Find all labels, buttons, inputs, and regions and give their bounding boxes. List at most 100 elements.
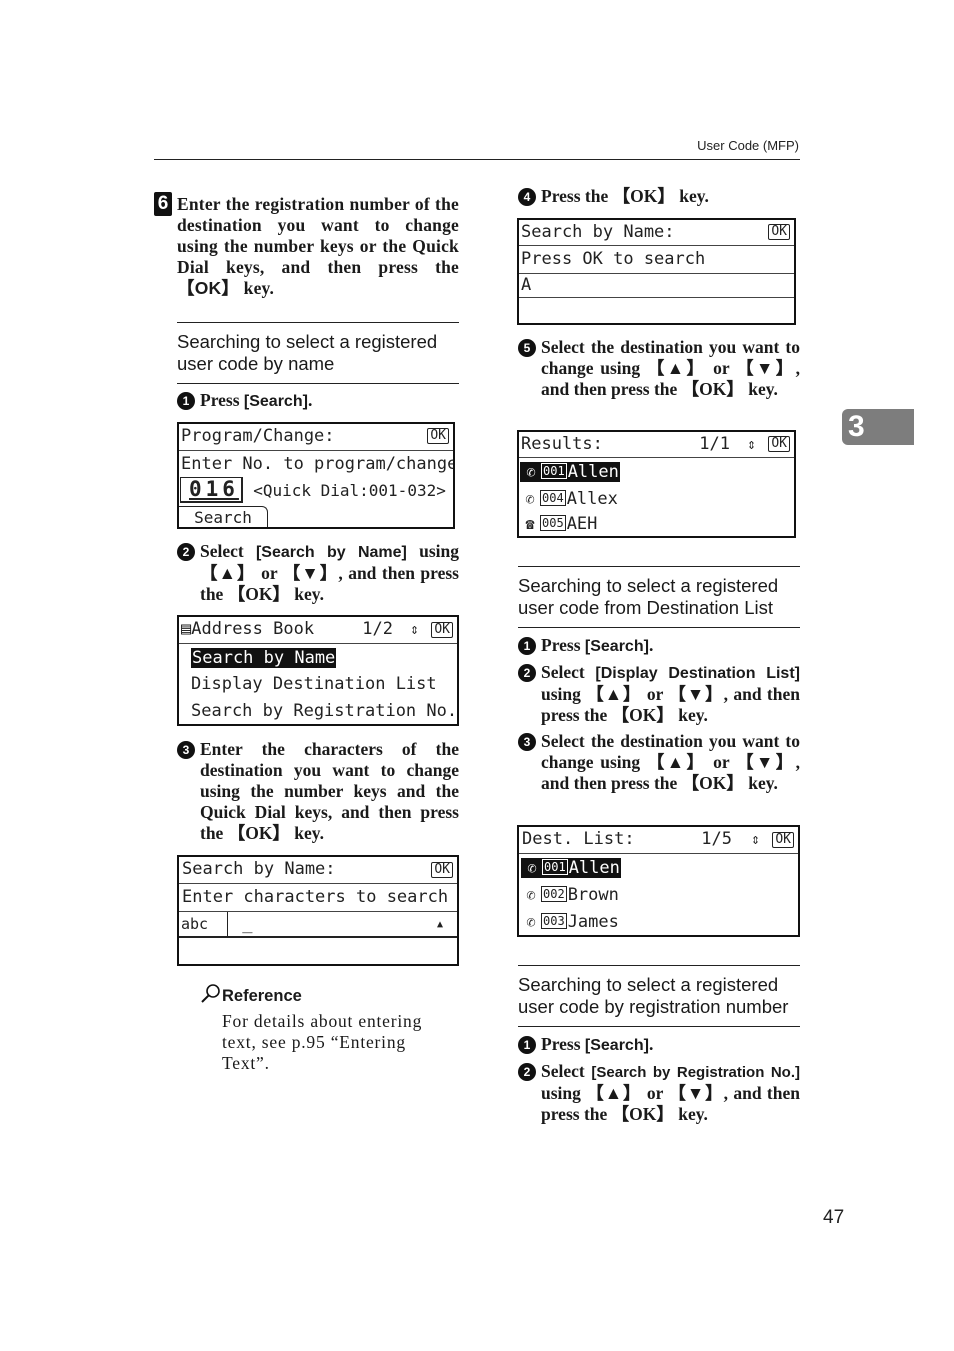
destination-name: Allen xyxy=(568,858,620,878)
substep-4: 4 Press the 【OK】 key. xyxy=(518,186,800,210)
substep-number: 3 xyxy=(177,741,195,759)
section-heading-destination-list: Searching to select a registered user co… xyxy=(518,566,800,628)
lcd-search-by-name-confirm: Search by Name: OK Press OK to search A xyxy=(517,218,796,325)
destination-item[interactable]: ✆ 002 Brown xyxy=(519,882,798,909)
substep-number: 4 xyxy=(518,188,536,206)
destination-name: Allex xyxy=(566,489,618,509)
search-text-input[interactable]: _ xyxy=(238,914,252,934)
substep-2: 2 Select [Search by Name] using 【▲】 or 【… xyxy=(177,541,459,607)
destination-name: Allen xyxy=(567,462,619,482)
lcd-prompt: Press OK to search xyxy=(519,246,794,274)
registration-number: 003 xyxy=(541,913,567,929)
reference-title: Reference xyxy=(222,987,302,1005)
registration-number: 005 xyxy=(540,515,566,531)
search-button[interactable]: Search xyxy=(179,506,268,527)
substep-number: 2 xyxy=(518,664,536,682)
lcd-address-book: ▤Address Book 1/2 ⇕ OK Search by Name Di… xyxy=(177,615,459,726)
search-text-input[interactable]: A xyxy=(519,274,794,298)
page-indicator: 1/1 xyxy=(699,434,730,454)
page-indicator: 1/2 xyxy=(362,619,393,639)
fax-icon: ✆ xyxy=(526,463,536,481)
ok-button[interactable]: OK xyxy=(431,622,453,638)
substep-number: 1 xyxy=(518,637,536,655)
step-number-badge: 6 xyxy=(154,192,172,216)
fax-icon: ✆ xyxy=(525,490,535,508)
destination-name: AEH xyxy=(566,514,598,534)
section-heading-by-name: Searching to select a registered user co… xyxy=(177,322,459,384)
ok-button[interactable]: OK xyxy=(772,832,794,848)
search-keyword: [Search] xyxy=(584,638,649,655)
substep-number: 3 xyxy=(518,733,536,751)
dest-substep-1: 1 Press [Search]. xyxy=(518,635,800,659)
menu-item-search-by-registration-no[interactable]: Search by Registration No. xyxy=(179,698,457,724)
section-heading-registration-number: Searching to select a registered user co… xyxy=(518,965,800,1027)
ok-button[interactable]: OK xyxy=(768,224,790,240)
telephone-icon: ☎ xyxy=(525,515,535,533)
up-down-arrows-icon: ⇕ xyxy=(750,830,760,848)
result-item[interactable]: ✆ 004 Allex xyxy=(519,486,794,513)
display-destination-list-keyword: [Display Destination List] xyxy=(595,665,800,682)
substep-number: 5 xyxy=(518,339,536,357)
chapter-number: 3 xyxy=(848,410,865,443)
up-down-arrows-icon: ⇕ xyxy=(746,435,756,453)
substep-number: 2 xyxy=(177,543,195,561)
destination-item[interactable]: ✆ 003 James xyxy=(519,909,798,935)
result-item[interactable]: ☎ 005 AEH xyxy=(519,512,794,536)
page-number: 47 xyxy=(823,1207,845,1228)
menu-item-search-by-name[interactable]: Search by Name xyxy=(179,645,457,671)
lcd-prompt: Enter characters to search xyxy=(179,884,457,912)
dest-substep-3: 3 Select the destination you want to cha… xyxy=(518,731,800,819)
substep-number: 1 xyxy=(518,1036,536,1054)
substep-5: 5 Select the destination you want to cha… xyxy=(518,337,800,425)
reg-substep-1: 1 Press [Search]. xyxy=(518,1034,800,1058)
lcd-prompt: Enter No. to program/change xyxy=(181,454,453,474)
page-indicator: 1/5 xyxy=(701,829,732,849)
registration-number: 002 xyxy=(541,886,567,902)
menu-item-display-destination-list[interactable]: Display Destination List xyxy=(179,671,457,698)
destination-item[interactable]: ✆ 001 Allen xyxy=(519,855,798,882)
ok-button[interactable]: OK xyxy=(427,428,449,444)
running-header-title: User Code (MFP) xyxy=(697,138,799,153)
substep-number: 1 xyxy=(177,392,195,410)
lcd-program-change: Program/Change: OK Enter No. to program/… xyxy=(177,422,455,529)
destination-name: Brown xyxy=(567,885,619,905)
fax-icon: ✆ xyxy=(527,859,537,877)
substep-3: 3 Enter the characters of the destinatio… xyxy=(177,739,459,847)
address-book-icon: ▤ xyxy=(181,619,192,639)
ok-button[interactable]: OK xyxy=(431,862,453,878)
fax-icon: ✆ xyxy=(526,886,536,904)
ok-key-label: 【OK】 xyxy=(177,278,240,298)
search-by-registration-no-keyword: [Search by Registration No.] xyxy=(591,1064,800,1081)
lcd-search-by-name-entry: Search by Name: OK Enter characters to s… xyxy=(177,855,459,966)
lcd-input-row: abc _ ▲ xyxy=(179,912,457,938)
registration-number: 001 xyxy=(542,859,568,875)
ok-button[interactable]: OK xyxy=(768,436,790,452)
substep-number: 2 xyxy=(518,1063,536,1081)
lcd-title-row: Search by Name: OK xyxy=(179,857,457,884)
quick-dial-number-input[interactable]: 016 xyxy=(180,477,243,503)
step-6-text: Enter the registration number of the des… xyxy=(177,194,459,298)
destination-name: James xyxy=(567,912,619,932)
lcd-title-row: ▤Address Book 1/2 ⇕ OK xyxy=(179,617,457,644)
lcd-results: Results: 1/1 ⇕ OK ✆ 001 Allen ✆ 004 Allex ☎ 0… xyxy=(517,430,796,538)
lcd-title-row: Results: 1/1 ⇕ OK xyxy=(519,432,794,458)
header-rule xyxy=(154,159,800,160)
reg-substep-2: 2 Select [Search by Registration No.] us… xyxy=(518,1061,800,1127)
search-by-name-keyword: [Search by Name] xyxy=(255,544,407,561)
input-mode-indicator: abc xyxy=(179,912,228,936)
substep-1: 1 Press [Search]. xyxy=(177,390,459,414)
registration-number: 004 xyxy=(540,490,566,506)
up-down-arrows-icon: ⇕ xyxy=(409,620,419,638)
result-item[interactable]: ✆ 001 Allen xyxy=(519,459,794,486)
lcd-empty-row xyxy=(519,298,794,323)
quick-dial-range-hint: <Quick Dial:001-032> xyxy=(253,481,446,500)
search-keyword: [Search] xyxy=(584,1037,649,1054)
lcd-destination-list: Dest. List: 1/5 ⇕ OK ✆ 001 Allen ✆ 002 Brown… xyxy=(517,825,800,937)
lcd-title-row: Dest. List: 1/5 ⇕ OK xyxy=(519,827,798,854)
registration-number: 001 xyxy=(541,463,567,479)
search-keyword: [Search] xyxy=(243,393,308,410)
reference-text: For details about entering text, see p.9… xyxy=(222,1011,423,1073)
chapter-tab: 3 xyxy=(842,409,914,445)
magnifier-reference-icon xyxy=(200,983,222,1005)
scroll-up-icon: ▲ xyxy=(436,919,443,930)
